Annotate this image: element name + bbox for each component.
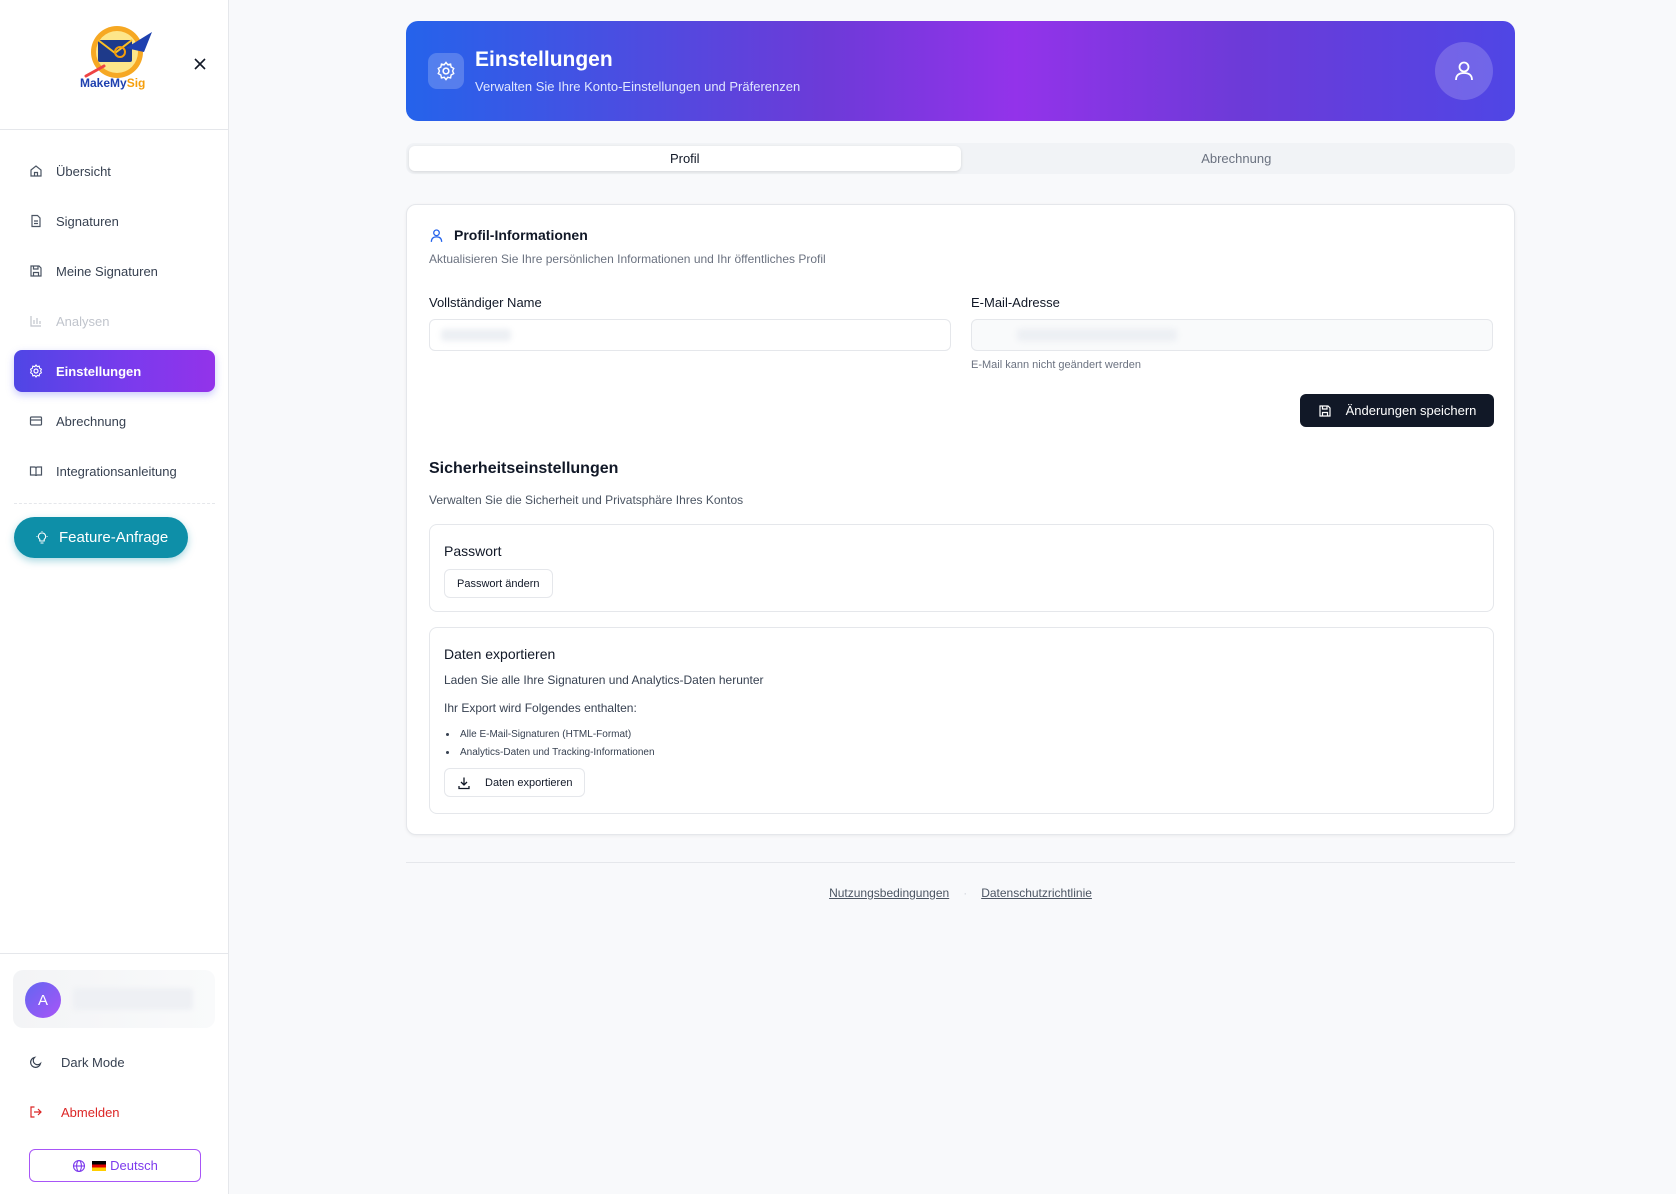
- user-icon: [1455, 61, 1473, 81]
- dark-mode-toggle[interactable]: Dark Mode: [28, 1050, 125, 1074]
- logo-text: MakeMySig: [80, 76, 146, 90]
- sidebar: MakeMySig Übersicht Signaturen Meine Sig…: [0, 0, 229, 1194]
- book-icon: [28, 463, 44, 479]
- save-changes-button[interactable]: Änderungen speichern: [1300, 394, 1494, 427]
- gear-icon: [428, 53, 464, 89]
- sidebar-item-label: Signaturen: [56, 213, 119, 229]
- page-title: Einstellungen: [475, 48, 613, 71]
- nav-divider: [14, 503, 215, 504]
- sidebar-item-overview[interactable]: Übersicht: [14, 150, 215, 192]
- language-select[interactable]: Deutsch: [29, 1149, 201, 1182]
- user-info-redacted: [73, 988, 193, 1010]
- export-items-list: Alle E-Mail-Signaturen (HTML-Format) Ana…: [444, 725, 655, 761]
- logout-button[interactable]: Abmelden: [28, 1100, 120, 1124]
- export-data-label: Daten exportieren: [485, 776, 573, 789]
- profile-title-text: Profil-Informationen: [454, 227, 588, 243]
- sidebar-item-label: Einstellungen: [56, 363, 142, 379]
- file-text-icon: [28, 213, 44, 229]
- dark-mode-label: Dark Mode: [61, 1054, 125, 1070]
- save-changes-label: Änderungen speichern: [1345, 403, 1477, 418]
- user-profile-button[interactable]: [1435, 42, 1493, 100]
- export-includes-label: Ihr Export wird Folgendes enthalten:: [444, 701, 637, 715]
- security-section-subtitle: Verwalten Sie die Sicherheit und Privats…: [429, 493, 744, 507]
- sidebar-item-signatures[interactable]: Signaturen: [14, 200, 215, 242]
- user-card[interactable]: A: [13, 970, 215, 1028]
- export-description: Laden Sie alle Ihre Signaturen und Analy…: [444, 673, 764, 687]
- list-item: Alle E-Mail-Signaturen (HTML-Format): [444, 725, 655, 743]
- save-icon: [1318, 404, 1332, 418]
- terms-link[interactable]: Nutzungsbedingungen: [829, 886, 949, 900]
- moon-icon: [28, 1054, 44, 1070]
- page-subtitle: Verwalten Sie Ihre Konto-Einstellungen u…: [475, 79, 801, 94]
- gear-icon: [28, 363, 44, 379]
- sidebar-item-analytics[interactable]: Analysen: [14, 300, 215, 342]
- credit-card-icon: [28, 413, 44, 429]
- settings-tabs: Profil Abrechnung: [406, 143, 1515, 174]
- page-header: Einstellungen Verwalten Sie Ihre Konto-E…: [406, 21, 1515, 121]
- change-password-button[interactable]: Passwort ändern: [444, 569, 553, 598]
- close-sidebar-button[interactable]: [190, 54, 210, 74]
- sidebar-item-integration-guide[interactable]: Integrationsanleitung: [14, 450, 215, 492]
- user-icon: [429, 227, 445, 243]
- logout-icon: [28, 1104, 44, 1120]
- profile-section-subtitle: Aktualisieren Sie Ihre persönlichen Info…: [429, 252, 826, 266]
- privacy-link[interactable]: Datenschutzrichtlinie: [981, 886, 1092, 900]
- email-redacted: [1017, 329, 1177, 341]
- german-flag-icon: [92, 1160, 107, 1171]
- sidebar-item-label: Übersicht: [56, 163, 111, 179]
- home-icon: [28, 163, 44, 179]
- globe-icon: [72, 1159, 86, 1173]
- close-icon: [194, 58, 206, 70]
- logo-area: MakeMySig: [0, 0, 228, 130]
- sidebar-item-settings[interactable]: Einstellungen: [14, 350, 215, 392]
- name-redacted: [441, 329, 511, 341]
- email-help-text: E-Mail kann nicht geändert werden: [971, 359, 1141, 371]
- footer-divider: [406, 862, 1515, 863]
- footer: Nutzungsbedingungen · Datenschutzrichtli…: [406, 886, 1515, 900]
- settings-card: Profil-Informationen Aktualisieren Sie I…: [406, 204, 1515, 835]
- export-card: Daten exportieren Laden Sie alle Ihre Si…: [429, 627, 1494, 814]
- sidebar-nav: Übersicht Signaturen Meine Signaturen An…: [14, 150, 215, 500]
- sidebar-item-billing[interactable]: Abrechnung: [14, 400, 215, 442]
- avatar: A: [25, 982, 61, 1018]
- password-card: Passwort Passwort ändern: [429, 524, 1494, 612]
- feature-request-button[interactable]: Feature-Anfrage: [14, 517, 188, 558]
- lightbulb-icon: [34, 530, 50, 546]
- logout-label: Abmelden: [61, 1104, 120, 1120]
- full-name-label: Vollständiger Name: [429, 295, 542, 310]
- bar-chart-icon: [28, 313, 44, 329]
- tab-billing[interactable]: Abrechnung: [961, 146, 1513, 171]
- sidebar-item-my-signatures[interactable]: Meine Signaturen: [14, 250, 215, 292]
- tab-profile[interactable]: Profil: [409, 146, 961, 171]
- feature-request-label: Feature-Anfrage: [59, 529, 169, 546]
- language-label: Deutsch: [110, 1158, 158, 1173]
- export-title: Daten exportieren: [444, 646, 556, 662]
- email-label: E-Mail-Adresse: [971, 295, 1060, 310]
- sidebar-item-label: Analysen: [56, 313, 110, 329]
- sidebar-item-label: Abrechnung: [56, 413, 127, 429]
- list-item: Analytics-Daten und Tracking-Information…: [444, 743, 655, 761]
- save-icon: [28, 263, 44, 279]
- sidebar-item-label: Integrationsanleitung: [56, 463, 177, 479]
- export-data-button[interactable]: Daten exportieren: [444, 768, 586, 797]
- sidebar-item-label: Meine Signaturen: [56, 263, 158, 279]
- password-title: Passwort: [444, 543, 502, 559]
- footer-separator: ·: [963, 886, 968, 900]
- download-icon: [457, 776, 471, 790]
- profile-section-title: Profil-Informationen: [429, 227, 588, 243]
- security-section-title: Sicherheitseinstellungen: [429, 460, 619, 477]
